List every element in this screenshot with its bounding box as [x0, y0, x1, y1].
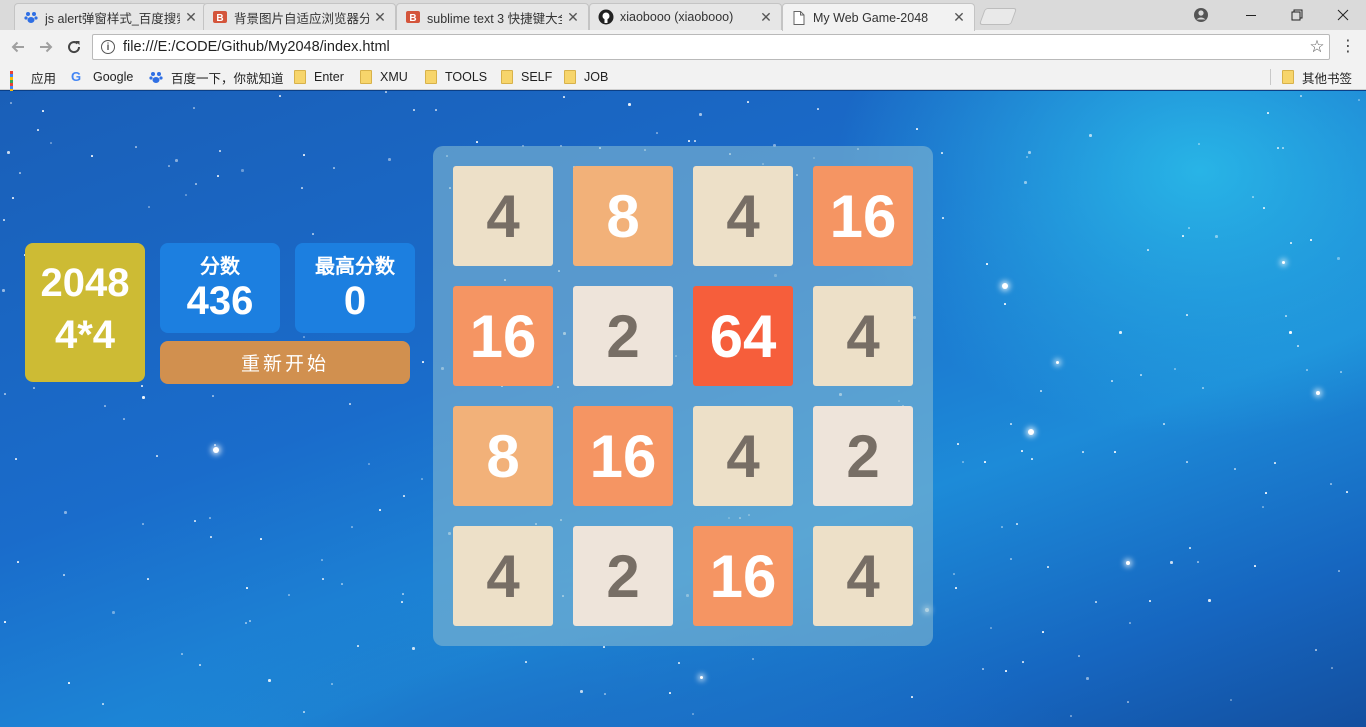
restore-icon[interactable]	[1274, 0, 1320, 30]
game-tile: 4	[453, 526, 553, 626]
score-value: 436	[186, 279, 254, 323]
game-tile: 64	[693, 286, 793, 386]
best-score-label: 最高分数	[315, 256, 395, 278]
url-input[interactable]	[123, 39, 1305, 55]
tab-title: xiaobooo (xiaobooo)	[620, 10, 734, 24]
bookmark-google[interactable]: G Google	[71, 68, 133, 86]
browser-toolbar: i ☆ ⋮	[0, 30, 1366, 64]
svg-text:B: B	[216, 13, 223, 24]
game-tile: 8	[453, 406, 553, 506]
bookmark-label: JOB	[584, 70, 609, 84]
best-score-value: 0	[343, 279, 367, 323]
menu-icon[interactable]: ⋮	[1340, 38, 1356, 56]
b-logo-icon: B	[212, 9, 228, 25]
back-arrow-icon[interactable]	[8, 37, 28, 57]
profile-icon[interactable]	[1188, 0, 1214, 30]
baidu-paw-icon	[23, 9, 39, 25]
bookmark-folder-tools[interactable]: TOOLS	[425, 68, 487, 86]
tab-title: 背景图片自适应浏览器分辨率	[234, 11, 369, 26]
bookmark-label: TOOLS	[445, 70, 488, 84]
game-tile: 2	[573, 286, 673, 386]
close-icon[interactable]: ✕	[184, 9, 198, 26]
bookmark-label: XMU	[380, 70, 408, 84]
logo-title: 2048	[40, 261, 130, 305]
folder-icon	[360, 70, 372, 84]
tab-my-web-game[interactable]: My Web Game-2048 ✕	[782, 3, 975, 31]
close-window-icon[interactable]	[1320, 0, 1366, 30]
minimize-icon[interactable]	[1228, 0, 1274, 30]
tab-github[interactable]: xiaobooo (xiaobooo) ✕	[589, 3, 782, 30]
bookmark-baidu[interactable]: 百度一下，你就知道	[149, 68, 284, 86]
bookmark-label: 其他书签	[1302, 71, 1353, 86]
bookmark-folder-job[interactable]: JOB	[564, 68, 608, 86]
folder-icon	[294, 70, 306, 84]
bookmark-other[interactable]: 其他书签	[1282, 68, 1352, 86]
game-tile: 16	[813, 166, 913, 266]
game-board[interactable]: 4 8 4 16 16 2 64 4 8 16 4 2 4 2 16 4	[433, 146, 933, 646]
game-tile: 4	[453, 166, 553, 266]
game-tile: 2	[813, 406, 913, 506]
tab-sublime-shortcuts[interactable]: B sublime text 3 快捷键大全 ✕	[396, 3, 589, 30]
tab-title: My Web Game-2048	[813, 10, 929, 25]
bookmark-folder-xmu[interactable]: XMU	[360, 68, 408, 86]
google-g-icon: G	[71, 69, 82, 84]
game-tile: 16	[573, 406, 673, 506]
tab-title: sublime text 3 快捷键大全	[427, 11, 562, 26]
score-box: 分数 436	[160, 243, 280, 333]
svg-text:B: B	[409, 13, 416, 24]
bookmark-label: SELF	[521, 70, 553, 84]
game-tile: 4	[693, 406, 793, 506]
bookmarks-divider	[1270, 69, 1271, 85]
bookmark-label: 应用	[31, 71, 57, 86]
tab-baidu-search[interactable]: js alert弹窗样式_百度搜索 ✕	[14, 3, 207, 30]
bookmark-label: 百度一下，你就知道	[171, 71, 284, 86]
tab-title: js alert弹窗样式_百度搜索	[45, 11, 180, 26]
game-tile: 4	[813, 286, 913, 386]
game-tile: 16	[693, 526, 793, 626]
bookmark-label: Google	[93, 70, 134, 84]
game-tile: 2	[573, 526, 673, 626]
close-icon[interactable]: ✕	[373, 9, 387, 26]
folder-icon	[425, 70, 437, 84]
bookmark-folder-enter[interactable]: Enter	[294, 68, 344, 86]
apps-grid-icon	[10, 70, 23, 98]
baidu-paw-icon	[149, 70, 163, 84]
best-score-box: 最高分数 0	[295, 243, 415, 333]
b-logo-icon: B	[405, 9, 421, 25]
folder-icon	[501, 70, 513, 84]
folder-icon	[1282, 70, 1294, 84]
folder-icon	[564, 70, 576, 84]
game-tile: 4	[813, 526, 913, 626]
bookmark-apps[interactable]: 应用	[10, 68, 57, 98]
game-tile: 4	[693, 166, 793, 266]
bookmark-label: Enter	[314, 70, 344, 84]
github-icon	[598, 9, 614, 25]
game-page: 2048 4*4 分数 436 最高分数 0 重新开始 4 8 4 16 16 2 64 4 8…	[0, 91, 1366, 727]
logo-grid-size: 4*4	[54, 313, 116, 357]
bookmark-star-icon[interactable]: ☆	[1305, 37, 1329, 57]
tab-background-image[interactable]: B 背景图片自适应浏览器分辨率 ✕	[203, 3, 396, 30]
forward-arrow-icon[interactable]	[36, 37, 56, 57]
close-icon[interactable]: ✕	[566, 9, 580, 26]
restart-button[interactable]: 重新开始	[160, 341, 410, 384]
bookmark-folder-self[interactable]: SELF	[501, 68, 552, 86]
tab-strip: js alert弹窗样式_百度搜索 ✕ B 背景图片自适应浏览器分辨率 ✕ B …	[0, 0, 1366, 31]
close-icon[interactable]: ✕	[759, 9, 773, 26]
reload-icon[interactable]	[64, 37, 84, 57]
info-icon[interactable]: i	[101, 40, 115, 54]
bookmarks-bar: 应用 G Google 百度一下，你就知道 Enter XMU TOOLS SE…	[0, 64, 1366, 98]
score-label: 分数	[200, 256, 240, 278]
game-tile: 16	[453, 286, 553, 386]
address-bar[interactable]: i ☆	[92, 34, 1330, 60]
close-icon[interactable]: ✕	[952, 9, 966, 26]
game-logo: 2048 4*4	[25, 243, 145, 382]
document-icon	[791, 10, 807, 26]
game-tile: 8	[573, 166, 673, 266]
new-tab-button[interactable]	[978, 8, 1018, 25]
